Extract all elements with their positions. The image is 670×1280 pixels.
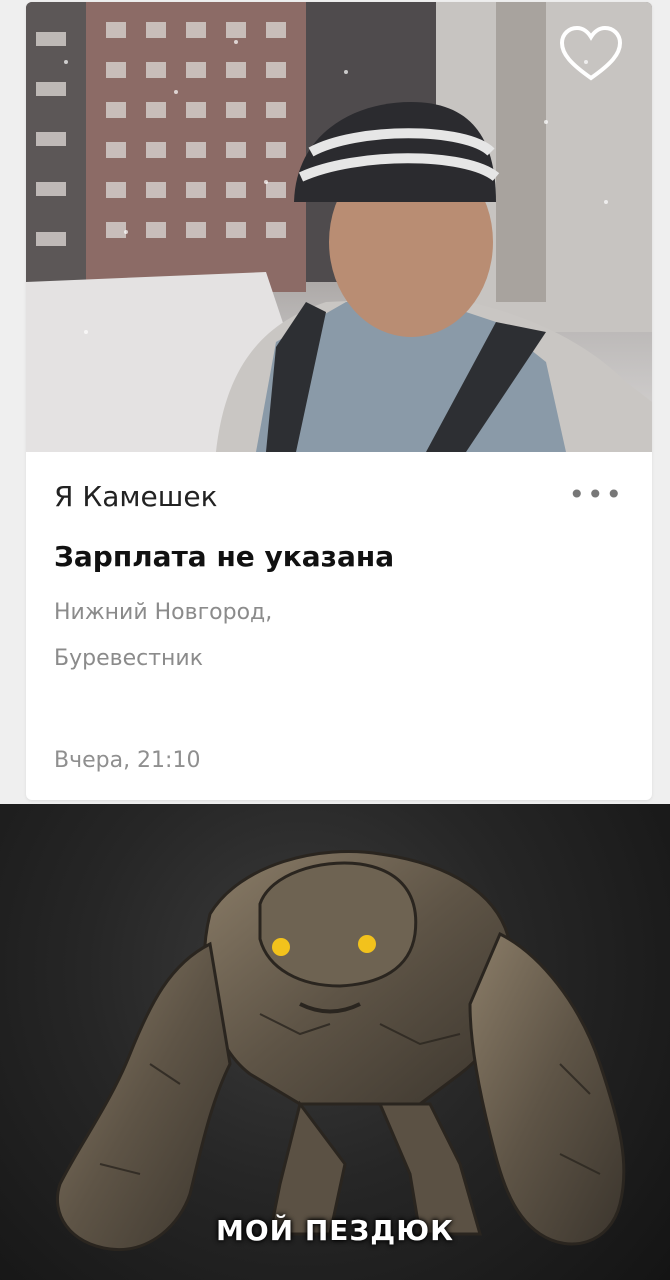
meme-caption: МОЙ ПЕЗДЮК xyxy=(216,1214,454,1247)
golem-head xyxy=(258,861,418,988)
golem-left-arm xyxy=(55,941,232,1252)
location-line-2: Буревестник xyxy=(54,646,203,671)
favorite-heart-icon[interactable] xyxy=(556,24,626,84)
salary-label: Зарплата не указана xyxy=(54,540,395,573)
stone-golem-illustration xyxy=(55,850,626,1252)
location-line-1: Нижний Новгород, xyxy=(54,600,273,625)
posted-time: Вчера, 21:10 xyxy=(54,748,201,773)
listing-card[interactable]: Я Камешек ••• Зарплата не указана Нижний… xyxy=(26,2,652,800)
golem-eye-left xyxy=(272,938,290,956)
meme-image-panel xyxy=(0,804,670,1280)
building-pillar xyxy=(496,2,546,302)
listing-photo[interactable] xyxy=(26,2,652,452)
more-options-icon[interactable]: ••• xyxy=(568,478,624,511)
listing-area: Я Камешек ••• Зарплата не указана Нижний… xyxy=(0,0,670,804)
listing-title[interactable]: Я Камешек xyxy=(54,480,218,513)
golem-eye-right xyxy=(358,935,376,953)
golem-right-arm xyxy=(468,931,626,1246)
